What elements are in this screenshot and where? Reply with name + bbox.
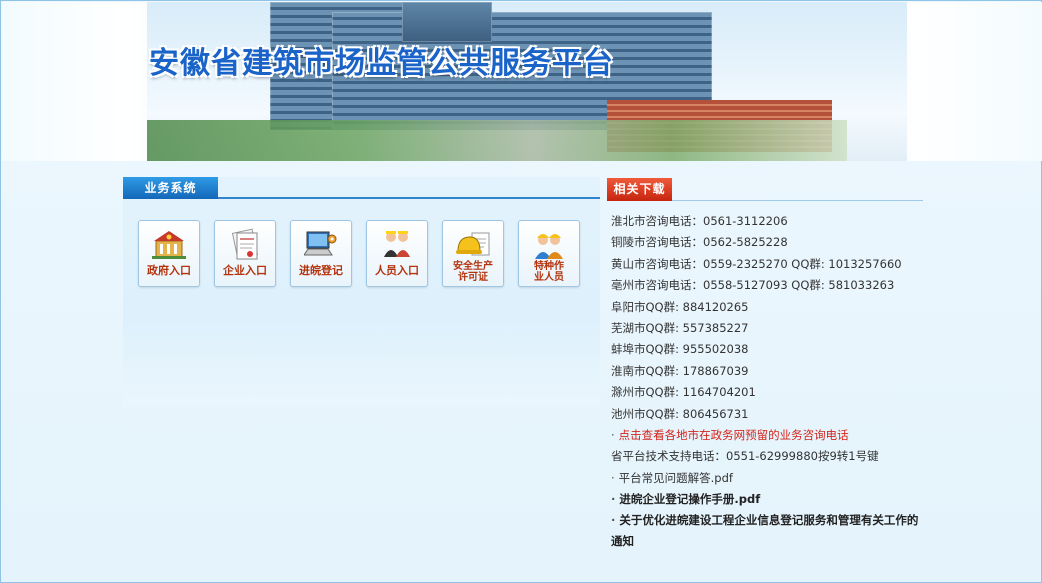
link-text[interactable]: 平台常见问题解答.pdf — [619, 471, 733, 485]
list-item: 阜阳市QQ群: 884120265 — [611, 299, 749, 314]
button-label: 企业入口 — [223, 264, 267, 277]
city-consult-phones-link[interactable]: · 点击查看各地市在政务网预留的业务咨询电话 — [611, 425, 923, 446]
safety-production-permit-button[interactable]: 安全生产 许可证 — [442, 220, 504, 287]
button-label: 政府入口 — [147, 264, 191, 277]
banner-trees — [147, 120, 847, 161]
label-line: 安全生产 — [453, 261, 493, 272]
special-operations-personnel-button[interactable]: 特种作 业人员 — [518, 220, 580, 287]
link-text[interactable]: 进皖企业登记操作手册.pdf — [619, 492, 760, 506]
personnel-icon — [379, 226, 415, 262]
notice-link[interactable]: · 关于优化进皖建设工程企业信息登记服务和管理有关工作的通知 — [611, 510, 923, 552]
header-banner: 安徽省建筑市场监管公共服务平台 — [2, 2, 1042, 161]
list-item: 铜陵市咨询电话：0562-5825228 — [611, 235, 788, 250]
enter-anhui-registration-button[interactable]: 进皖登记 — [290, 220, 352, 287]
button-label: 人员入口 — [375, 264, 419, 277]
list-item: 芜湖市QQ群: 557385227 — [611, 320, 749, 335]
related-downloads-panel: 相关下载 淮北市咨询电话：0561-3112206 铜陵市咨询电话：0562-5… — [607, 178, 923, 558]
personnel-entry-button[interactable]: 人员入口 — [366, 220, 428, 287]
button-label: 特种作 业人员 — [519, 261, 579, 283]
bullet-icon: · — [611, 427, 615, 442]
related-downloads-header: 相关下载 — [607, 178, 923, 201]
downloads-list: 淮北市咨询电话：0561-3112206 铜陵市咨询电话：0562-582522… — [611, 211, 923, 552]
site-title: 安徽省建筑市场监管公共服务平台 — [149, 46, 614, 81]
business-system-tab: 业务系统 — [123, 177, 218, 199]
enterprise-entry-button[interactable]: 企业入口 — [214, 220, 276, 287]
related-downloads-tab: 相关下载 — [607, 178, 672, 201]
registration-manual-pdf-link[interactable]: · 进皖企业登记操作手册.pdf — [611, 489, 923, 510]
list-item: 亳州市咨询电话：0558-5127093 QQ群: 581033263 — [611, 278, 895, 293]
banner-building — [402, 2, 492, 42]
business-system-panel: 业务系统 政府入口 企业入口 进皖登记 人员入口 安全生产 许可证 特种作 业人… — [123, 177, 600, 407]
safety-helmet-icon — [455, 226, 491, 262]
label-line: 特种作 — [534, 261, 564, 272]
enterprise-document-icon — [227, 226, 263, 262]
workers-icon — [531, 226, 567, 262]
business-system-header: 业务系统 — [123, 177, 600, 199]
list-item: 省平台技术支持电话：0551-62999880按9转1号键 — [611, 449, 879, 464]
label-line: 业人员 — [534, 272, 564, 283]
bullet-icon: · — [611, 513, 616, 528]
list-item: 黄山市咨询电话：0559-2325270 QQ群: 1013257660 — [611, 256, 902, 271]
government-building-icon — [151, 226, 187, 262]
government-entry-button[interactable]: 政府入口 — [138, 220, 200, 287]
link-text[interactable]: 关于优化进皖建设工程企业信息登记服务和管理有关工作的通知 — [611, 513, 918, 548]
label-line: 许可证 — [458, 272, 488, 283]
list-item: 池州市QQ群: 806456731 — [611, 406, 749, 421]
bullet-icon: · — [611, 492, 616, 507]
bullet-icon: · — [611, 470, 615, 485]
list-item: 淮南市QQ群: 178867039 — [611, 363, 749, 378]
button-label: 安全生产 许可证 — [443, 261, 503, 283]
list-item: 蚌埠市QQ群: 955502038 — [611, 342, 749, 357]
link-text[interactable]: 点击查看各地市在政务网预留的业务咨询电话 — [619, 428, 849, 442]
list-item: 淮北市咨询电话：0561-3112206 — [611, 214, 788, 228]
page-frame: 安徽省建筑市场监管公共服务平台 业务系统 政府入口 企业入口 进皖登记 人员入口… — [0, 0, 1042, 583]
computer-registration-icon — [303, 226, 339, 262]
button-label: 进皖登记 — [299, 264, 343, 277]
list-item: 滁州市QQ群: 1164704201 — [611, 385, 756, 400]
faq-pdf-link[interactable]: · 平台常见问题解答.pdf — [611, 468, 923, 489]
